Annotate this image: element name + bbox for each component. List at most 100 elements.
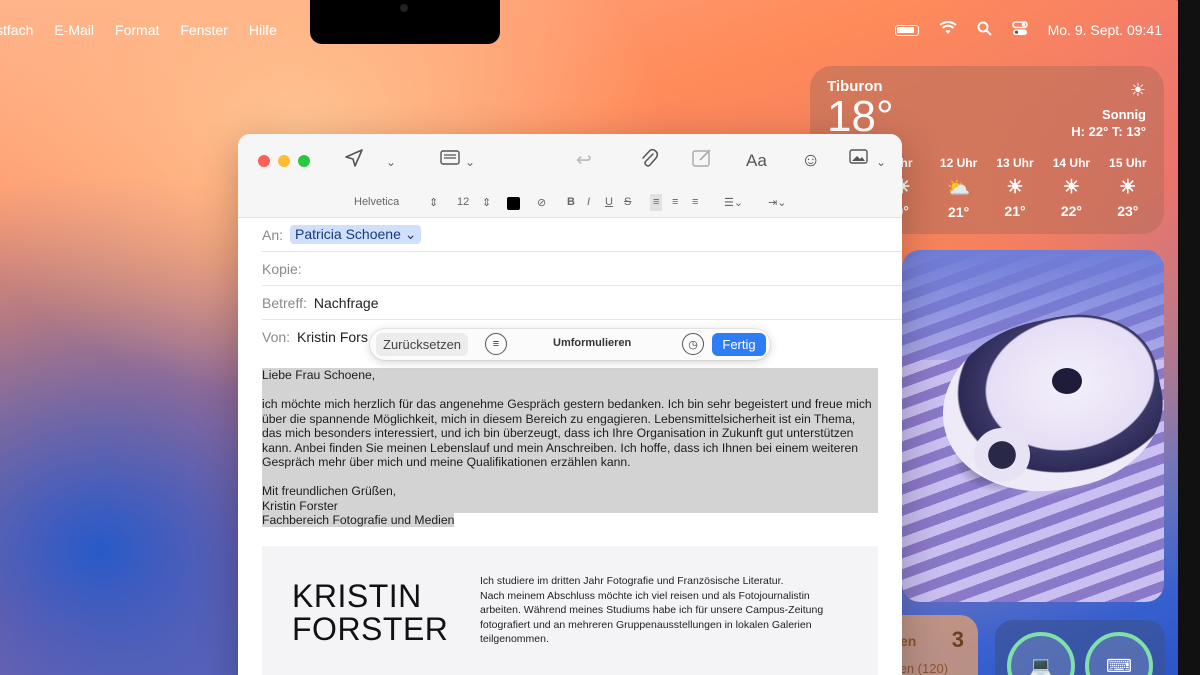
menu-item-email[interactable]: E-Mail	[54, 22, 94, 38]
menu-items: stfach E-Mail Format Fenster Hilfe	[0, 22, 277, 38]
zoom-button[interactable]	[298, 155, 310, 167]
weather-hour-label: 14 Uhr	[1052, 156, 1091, 170]
attachment-icon[interactable]	[640, 148, 659, 178]
resume-preview[interactable]: KRISTIN FORSTER Ich studiere im dritten …	[262, 546, 878, 675]
weather-hour: 14 Uhr ☀ 22°	[1043, 156, 1099, 220]
header-fields-icon[interactable]	[440, 148, 462, 174]
menu-item-help[interactable]: Hilfe	[249, 22, 277, 38]
weather-hourly: Uhr ☀ 0° 12 Uhr ⛅ 21° 13 Uhr ☀ 21° 14 Uh…	[874, 156, 1156, 220]
camera-notch	[310, 0, 500, 44]
photo-widget[interactable]	[902, 250, 1164, 602]
rewrite-label: Umformulieren	[553, 337, 632, 349]
format-aa-button[interactable]: Aa	[746, 148, 767, 174]
search-icon[interactable]	[977, 21, 992, 40]
subject-value[interactable]: Nachfrage	[314, 295, 379, 311]
menu-item-window[interactable]: Fenster	[180, 22, 227, 38]
status-items: Mo. 9. Sept. 09:41	[894, 12, 1162, 48]
body-line: Gespräch mehr über mich und meine Qualif…	[262, 455, 631, 469]
from-label: Von:	[262, 329, 291, 345]
menu-item-format[interactable]: Format	[115, 22, 159, 38]
weather-hour-temp: 21°	[1004, 203, 1026, 219]
emoji-icon[interactable]: ☺	[801, 148, 820, 174]
closing: Mit freundlichen Grüßen,	[262, 484, 397, 498]
keyboard-icon: ⌨	[1085, 632, 1153, 675]
resume-last-name: FORSTER	[292, 611, 449, 647]
body-line: das mich besonders interessiert, und ich…	[262, 426, 854, 440]
selected-text[interactable]: Liebe Frau Schoene, ich möchte mich herz…	[262, 368, 878, 513]
resume-line: arbeiten. Während meines Studiums habe i…	[480, 604, 824, 617]
weather-hour-label: 13 Uhr	[996, 156, 1034, 170]
close-button[interactable]	[258, 155, 270, 167]
body-line: über die spannende Möglichkeit, mich in …	[262, 411, 856, 426]
menu-datetime[interactable]: Mo. 9. Sept. 09:41	[1048, 22, 1162, 38]
resume-line: teilgenommen.	[480, 633, 549, 646]
weather-hour-label: 15 Uhr	[1109, 156, 1147, 170]
align-right-icon[interactable]: ≡	[692, 196, 698, 208]
align-left-icon[interactable]: ≡	[650, 194, 663, 211]
battery-widget[interactable]: 💻 ⌨	[995, 620, 1165, 675]
sun-icon: ☀	[1006, 177, 1024, 198]
font-size-select[interactable]: 12	[457, 196, 469, 208]
menu-item-mailbox[interactable]: stfach	[0, 22, 33, 38]
wifi-icon[interactable]	[938, 21, 957, 39]
greeting: Liebe Frau Schoene,	[262, 368, 376, 382]
list-icon[interactable]: ☰⌄	[724, 196, 743, 209]
indent-icon[interactable]: ⇥⌄	[768, 196, 786, 209]
font-family-select[interactable]: Helvetica	[354, 196, 399, 208]
weather-hour-temp: 22°	[1060, 203, 1082, 219]
align-center-icon[interactable]: ≡	[672, 196, 678, 208]
weather-range: H: 22° T: 13°	[1071, 124, 1146, 139]
recipient-token[interactable]: Patricia Schoene ⌄	[290, 225, 422, 244]
reply-icon[interactable]: ↩	[576, 148, 592, 174]
send-icon[interactable]	[344, 148, 364, 176]
message-body[interactable]: Liebe Frau Schoene, ich möchte mich herz…	[262, 368, 878, 528]
screen-bezel	[1178, 0, 1200, 675]
markup-icon[interactable]	[692, 148, 714, 176]
chevron-updown-icon[interactable]: ⇕	[429, 196, 438, 209]
reset-button[interactable]: Zurücksetzen	[376, 333, 469, 356]
chevron-down-icon[interactable]: ⌄	[876, 149, 886, 175]
chevron-down-icon[interactable]: ⌄	[465, 149, 475, 175]
resume-line: fotografiert und an mehreren Gruppenauss…	[480, 618, 812, 631]
partly-cloudy-icon: ⛅	[946, 178, 971, 199]
chevron-updown-icon[interactable]: ⇕	[482, 196, 491, 209]
body-line: ich möchte mich herzlich für das angeneh…	[262, 397, 872, 411]
dog-paw	[974, 428, 1030, 482]
weather-hour: 12 Uhr ⛅ 21°	[930, 156, 986, 220]
bold-button[interactable]: B	[567, 196, 575, 208]
sender-department-text: Fachbereich Fotografie und Medien	[262, 513, 455, 527]
strikethrough-button[interactable]: S	[624, 196, 631, 208]
highlight-icon[interactable]: ⊘	[537, 196, 546, 209]
chevron-down-icon[interactable]: ⌄	[405, 226, 417, 242]
control-center-icon[interactable]	[1011, 20, 1028, 40]
window-controls	[258, 155, 310, 167]
sun-icon: ☀	[1119, 177, 1137, 198]
photo-browser-icon[interactable]	[849, 148, 871, 174]
done-button[interactable]: Fertig	[712, 333, 766, 356]
battery-icon[interactable]	[894, 24, 919, 36]
recipient-name: Patricia Schoene	[295, 226, 401, 242]
resume-line: Ich studiere im dritten Jahr Fotografie …	[480, 575, 784, 587]
laptop-icon: 💻	[1007, 632, 1075, 675]
resume-name: KRISTIN FORSTER	[292, 580, 448, 646]
to-label: An:	[262, 226, 284, 243]
cc-label: Kopie:	[262, 260, 302, 277]
chevron-down-icon[interactable]: ⌄	[386, 149, 396, 175]
weather-hour-temp: 23°	[1117, 203, 1139, 219]
widget-count: 3	[951, 627, 964, 652]
rewrite-options-icon[interactable]: ≡	[485, 333, 507, 355]
cc-field[interactable]: Kopie:	[262, 252, 902, 286]
weather-hour: 13 Uhr ☀ 21°	[987, 156, 1043, 220]
subject-field[interactable]: Betreff: Nachfrage	[262, 286, 902, 320]
widget-sublabel: fen (120)	[896, 661, 949, 675]
minimize-button[interactable]	[278, 155, 290, 167]
weather-condition: Sonnig	[1101, 107, 1146, 122]
italic-button[interactable]: I	[587, 196, 590, 208]
to-field[interactable]: An: Patricia Schoene ⌄	[262, 218, 902, 252]
timer-icon[interactable]: ◷	[682, 333, 704, 355]
resume-text: Ich studiere im dritten Jahr Fotografie …	[480, 574, 850, 647]
underline-button[interactable]: U	[605, 196, 613, 208]
dog-eye	[1052, 368, 1082, 394]
text-color-swatch[interactable]	[507, 197, 520, 210]
from-value[interactable]: Kristin Fors	[297, 329, 368, 345]
